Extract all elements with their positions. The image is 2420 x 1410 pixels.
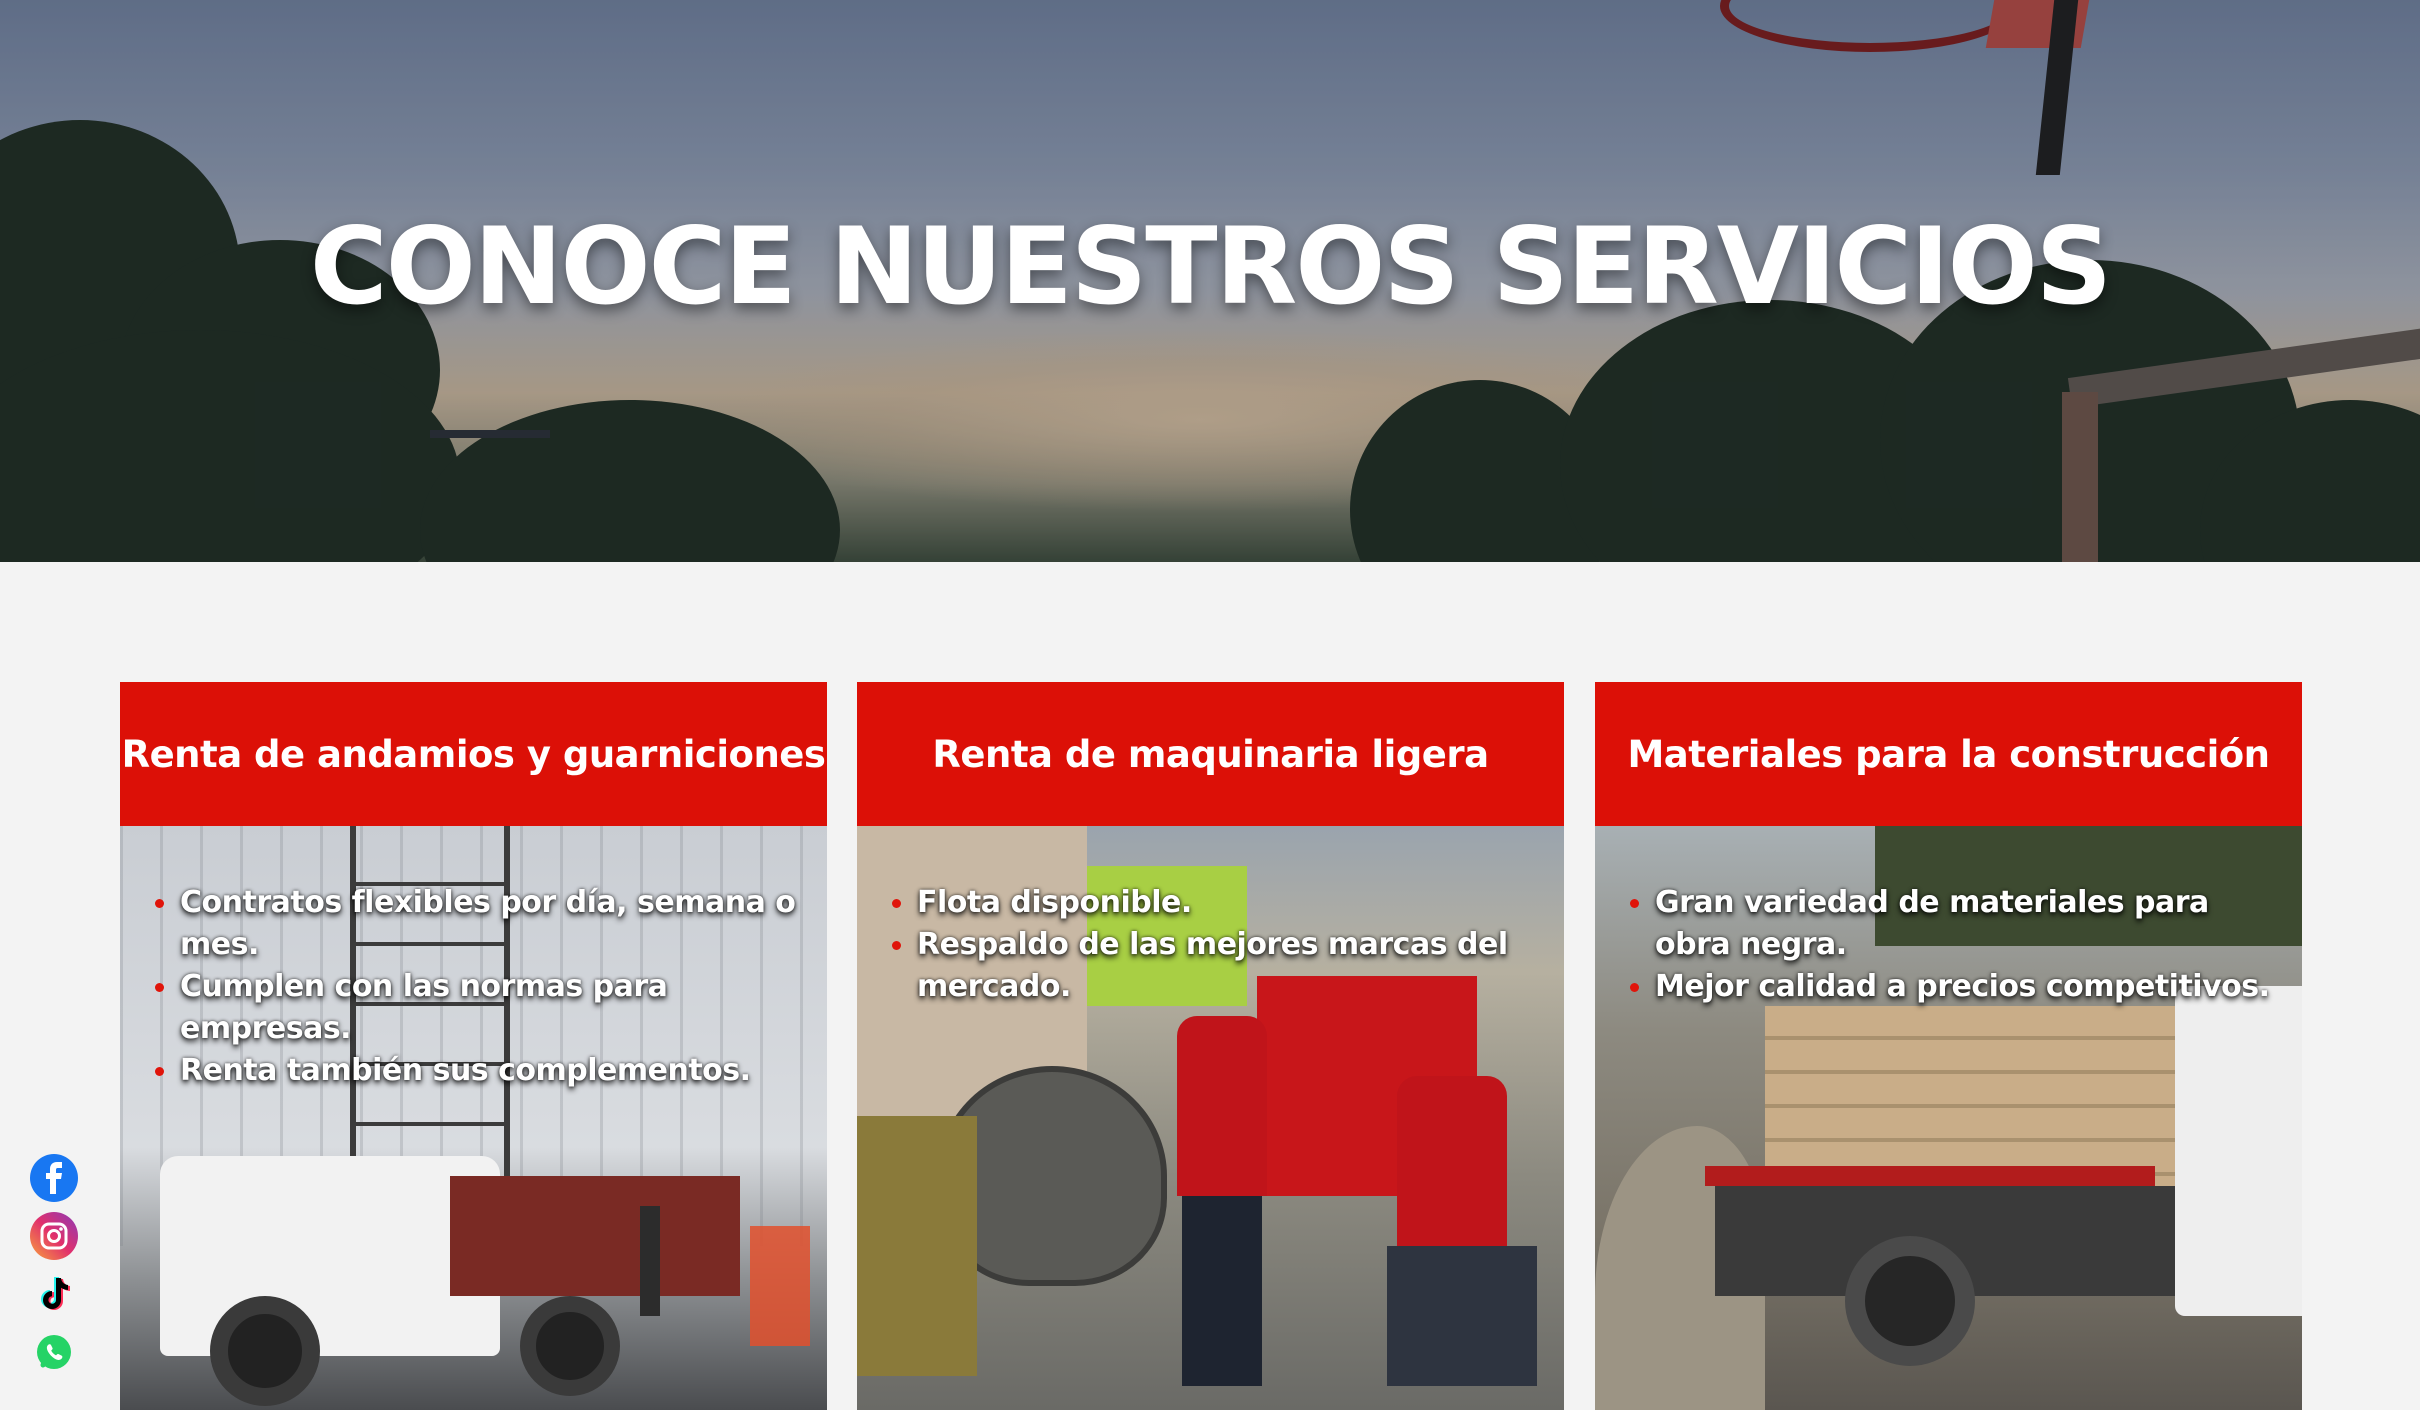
materials-photo: Gran variedad de materiales para obra ne… [1595,826,2302,1410]
bullet-icon [892,941,901,950]
photo-safety-fence [750,1226,810,1346]
facebook-glyph [46,1162,62,1194]
photo-truck-cab [2175,986,2302,1316]
bullet-icon [1630,899,1639,908]
photo-mixer-engine [857,1116,977,1376]
card-header: Renta de maquinaria ligera [857,682,1564,826]
list-item-text: Renta también sus complementos. [180,1053,751,1088]
card-header: Renta de andamios y guarniciones [120,682,827,826]
photo-truck-body [160,1156,500,1356]
list-item: Mejor calidad a precios competitivos. [1630,966,2275,1008]
bullet-icon [892,899,901,908]
service-list: Flota disponible. Respaldo de las mejore… [892,882,1537,1008]
tiktok-icon[interactable] [30,1270,78,1318]
list-item-text: Contratos flexibles por día, semana o me… [180,885,796,962]
photo-truck-wheel [520,1296,620,1396]
service-card-machinery[interactable]: Renta de maquinaria ligera Flota disponi… [857,682,1564,1410]
card-header: Materiales para la construcción [1595,682,2302,826]
photo-truck-wheel [210,1296,320,1406]
tiktok-glyph [41,1277,70,1310]
service-card-scaffolding[interactable]: Renta de andamios y guarniciones Contrat… [120,682,827,1410]
photo-worker-shirt [1397,1076,1507,1246]
list-item: Contratos flexibles por día, semana o me… [155,882,800,966]
photo-truck-bed [450,1176,740,1296]
list-item: Cumplen con las normas para empresas. [155,966,800,1050]
bullet-icon [155,1067,164,1076]
whatsapp-icon[interactable] [30,1328,78,1376]
photo-worker [640,1206,660,1316]
photo-worker-shirt [1177,1016,1267,1196]
photo-truck-rail [1705,1166,2155,1186]
service-list: Contratos flexibles por día, semana o me… [155,882,800,1092]
photo-worker-pants [1182,1196,1262,1386]
bullet-icon [1630,983,1639,992]
card-title: Renta de maquinaria ligera [932,732,1489,776]
photo-worker-pants [1387,1246,1537,1386]
instagram-icon[interactable] [30,1212,78,1260]
list-item: Renta también sus complementos. [155,1050,800,1092]
list-item-text: Gran variedad de materiales para obra ne… [1655,885,2209,962]
service-list: Gran variedad de materiales para obra ne… [1630,882,2275,1008]
bullet-icon [155,899,164,908]
photo-truck-wheel [1845,1236,1975,1366]
list-item-text: Respaldo de las mejores marcas del merca… [917,927,1508,1004]
list-item-text: Flota disponible. [917,885,1192,920]
list-item: Gran variedad de materiales para obra ne… [1630,882,2275,966]
list-item-text: Mejor calidad a precios competitivos. [1655,969,2270,1004]
list-item-text: Cumplen con las normas para empresas. [180,969,668,1046]
card-title: Materiales para la construcción [1627,732,2270,776]
service-card-materials[interactable]: Materiales para la construcción Gran var… [1595,682,2302,1410]
facebook-icon[interactable] [30,1154,78,1202]
scaffolding-photo: Contratos flexibles por día, semana o me… [120,826,827,1410]
bullet-icon [155,983,164,992]
whatsapp-glyph [37,1335,71,1369]
card-title: Renta de andamios y guarniciones [121,732,826,776]
page-title: CONOCE NUESTROS SERVICIOS [309,205,2112,328]
hero-banner: CONOCE NUESTROS SERVICIOS [0,0,2420,562]
machinery-photo: Flota disponible. Respaldo de las mejore… [857,826,1564,1410]
list-item: Flota disponible. [892,882,1537,924]
list-item: Respaldo de las mejores marcas del merca… [892,924,1537,1008]
instagram-glyph [40,1222,68,1250]
